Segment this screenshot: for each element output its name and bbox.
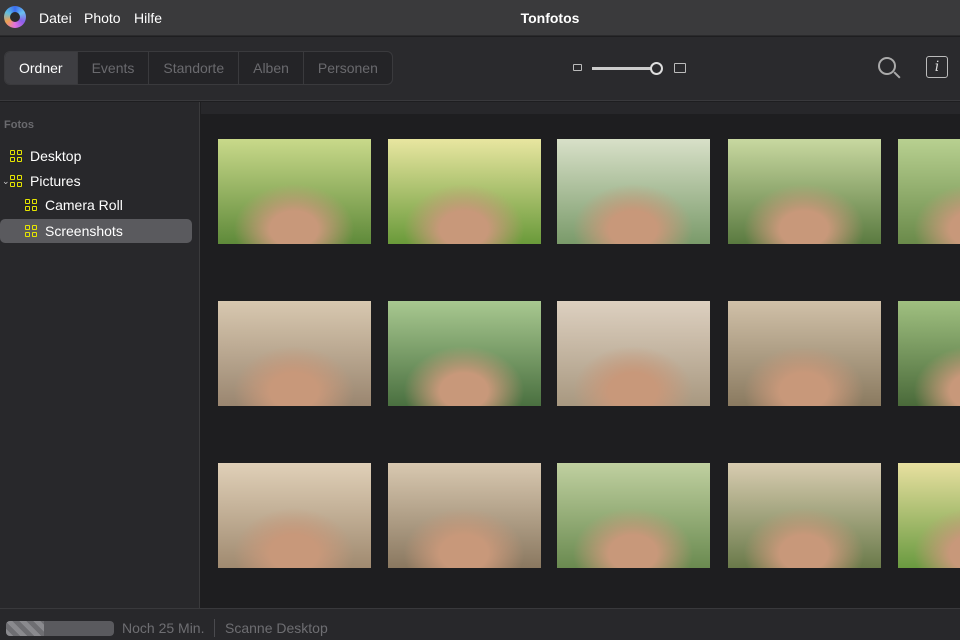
sidebar-item-label: Pictures bbox=[30, 173, 81, 189]
app-logo-icon bbox=[4, 6, 26, 28]
divider bbox=[214, 619, 215, 637]
search-icon[interactable] bbox=[878, 57, 896, 75]
tab-events[interactable]: Events bbox=[78, 52, 150, 84]
sidebar-item-camera-roll[interactable]: Camera Roll bbox=[25, 193, 123, 217]
photo-thumbnail[interactable] bbox=[388, 139, 541, 244]
photo-thumbnail[interactable] bbox=[557, 139, 710, 244]
status-bar: Noch 25 Min. Scanne Desktop bbox=[0, 608, 960, 640]
sidebar-item-label: Camera Roll bbox=[45, 197, 123, 213]
photo-thumbnail[interactable] bbox=[728, 139, 881, 244]
sidebar-item-label: Desktop bbox=[30, 148, 82, 164]
info-icon[interactable]: i bbox=[926, 56, 948, 78]
slider-handle[interactable] bbox=[650, 62, 663, 75]
tab-alben[interactable]: Alben bbox=[239, 52, 304, 84]
title-bar: Datei Photo Hilfe Tonfotos bbox=[0, 0, 960, 36]
photo-thumbnail[interactable] bbox=[388, 463, 541, 568]
sidebar-section-title: Fotos bbox=[4, 119, 34, 131]
folder-grid-icon bbox=[10, 150, 22, 162]
menu-datei[interactable]: Datei bbox=[39, 10, 72, 26]
photo-thumbnail[interactable] bbox=[728, 301, 881, 406]
sidebar: Fotos Desktop ⌄ Pictures Camera Roll Scr… bbox=[0, 102, 200, 608]
tab-ordner[interactable]: Ordner bbox=[5, 52, 78, 84]
photo-grid bbox=[201, 102, 960, 608]
grid-header-strip bbox=[201, 102, 960, 114]
thumbnail-size-slider[interactable] bbox=[592, 67, 658, 70]
folder-grid-icon bbox=[25, 199, 37, 211]
remaining-time: Noch 25 Min. bbox=[122, 620, 205, 636]
toolbar: Ordner Events Standorte Alben Personen i bbox=[0, 37, 960, 101]
menu-hilfe[interactable]: Hilfe bbox=[134, 10, 162, 26]
chevron-down-icon[interactable]: ⌄ bbox=[2, 176, 10, 187]
photo-thumbnail[interactable] bbox=[557, 463, 710, 568]
sidebar-item-pictures[interactable]: Pictures bbox=[10, 169, 81, 193]
sidebar-item-label: Screenshots bbox=[45, 223, 123, 239]
photo-thumbnail[interactable] bbox=[218, 139, 371, 244]
tab-standorte[interactable]: Standorte bbox=[149, 52, 240, 84]
sidebar-item-screenshots[interactable]: Screenshots bbox=[0, 219, 192, 243]
photo-thumbnail[interactable] bbox=[557, 301, 710, 406]
scan-progress-bar bbox=[6, 621, 114, 636]
photo-thumbnail[interactable] bbox=[898, 301, 960, 406]
folder-grid-icon bbox=[10, 175, 22, 187]
large-image-icon[interactable] bbox=[674, 63, 686, 73]
tab-personen[interactable]: Personen bbox=[304, 52, 392, 84]
small-image-icon[interactable] bbox=[573, 64, 582, 71]
photo-thumbnail[interactable] bbox=[898, 139, 960, 244]
photo-thumbnail[interactable] bbox=[218, 301, 371, 406]
photo-thumbnail[interactable] bbox=[728, 463, 881, 568]
scan-status: Scanne Desktop bbox=[225, 620, 328, 636]
progress-fill bbox=[6, 621, 44, 636]
folder-grid-icon bbox=[25, 225, 37, 237]
photo-thumbnail[interactable] bbox=[218, 463, 371, 568]
menu-photo[interactable]: Photo bbox=[84, 10, 121, 26]
photo-thumbnail[interactable] bbox=[388, 301, 541, 406]
sidebar-item-desktop[interactable]: Desktop bbox=[10, 144, 81, 168]
view-tabs: Ordner Events Standorte Alben Personen bbox=[4, 51, 393, 85]
photo-thumbnail[interactable] bbox=[898, 463, 960, 568]
